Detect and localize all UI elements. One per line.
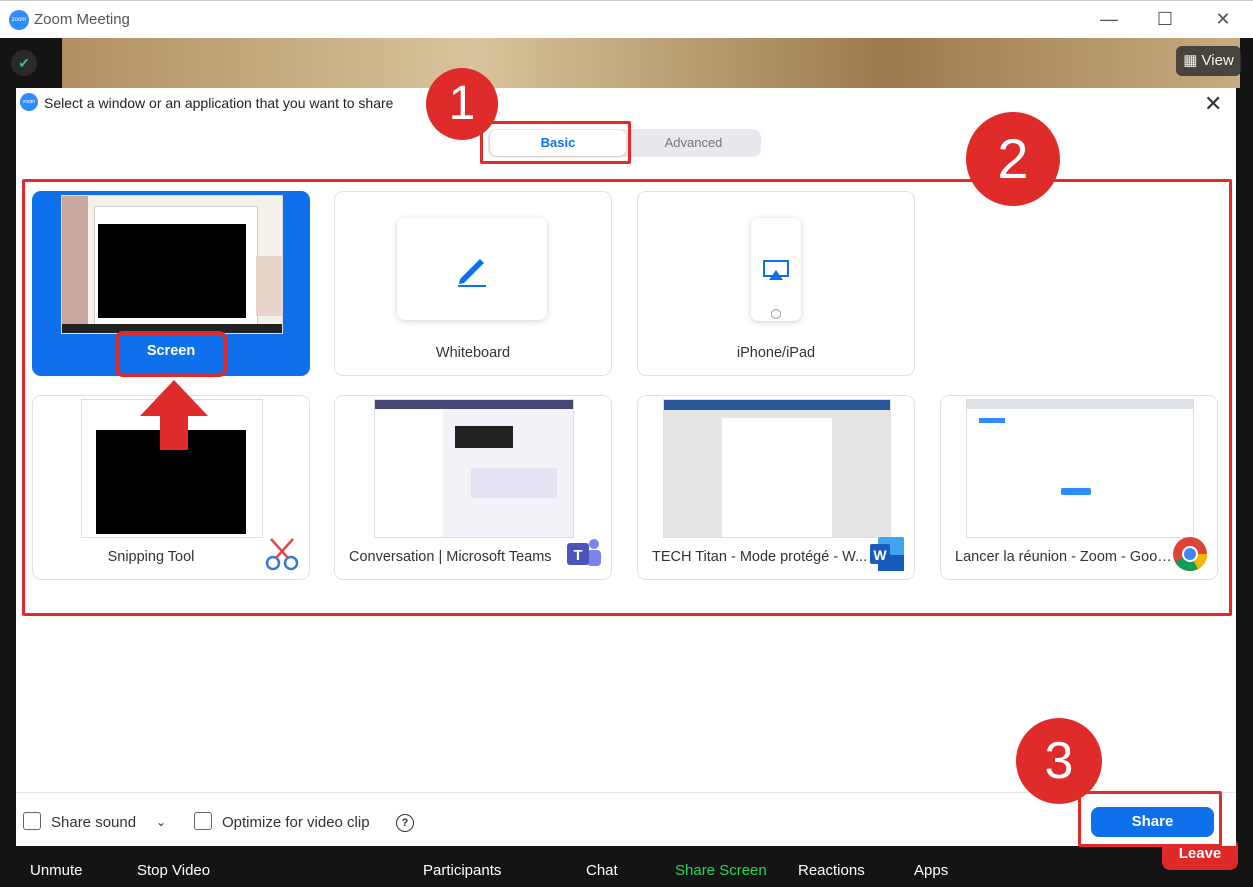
title-bar: zoom Zoom Meeting — ☐ ✕ <box>0 0 1253 38</box>
reactions-button[interactable]: Reactions <box>798 862 865 879</box>
stop-video-button[interactable]: Stop Video <box>137 862 210 879</box>
chevron-down-icon[interactable]: ⌄ <box>156 815 166 829</box>
annotation-box-share-button <box>1078 791 1222 847</box>
view-icon: ▦ <box>1183 52 1202 69</box>
share-screen-button[interactable]: Share Screen <box>675 862 767 879</box>
annotation-box-screen <box>115 331 227 377</box>
apps-button[interactable]: Apps <box>914 862 948 879</box>
video-feed <box>62 38 1240 88</box>
window-title: Zoom Meeting <box>34 11 130 28</box>
maximize-button[interactable]: ☐ <box>1150 7 1180 31</box>
view-label: View <box>1201 52 1234 69</box>
view-button[interactable]: ▦ View <box>1176 46 1241 76</box>
zoom-logo-icon: zoom <box>9 10 29 30</box>
minimize-button[interactable]: — <box>1094 7 1124 31</box>
tab-advanced[interactable]: Advanced <box>626 129 761 157</box>
optimize-video-checkbox[interactable] <box>194 812 212 830</box>
security-shield-icon[interactable]: ✔ <box>11 50 37 76</box>
step-2-marker: 2 <box>966 112 1060 206</box>
step-1-marker: 1 <box>426 68 498 140</box>
help-icon[interactable]: ? <box>396 814 414 832</box>
close-window-button[interactable]: ✕ <box>1208 7 1238 31</box>
chat-button[interactable]: Chat <box>586 862 618 879</box>
share-sound-checkbox[interactable] <box>23 812 41 830</box>
red-arrow-up-icon <box>140 380 208 450</box>
annotation-box-basic-tab <box>480 121 631 164</box>
unmute-button[interactable]: Unmute <box>30 862 83 879</box>
close-icon[interactable]: ✕ <box>1204 91 1222 117</box>
step-3-marker: 3 <box>1016 718 1102 804</box>
optimize-video-label: Optimize for video clip <box>222 814 370 831</box>
dialog-title: Select a window or an application that y… <box>44 95 394 111</box>
participants-button[interactable]: Participants <box>423 862 501 879</box>
share-sound-label: Share sound <box>51 814 137 831</box>
zoom-logo-icon: zoom <box>20 93 38 111</box>
